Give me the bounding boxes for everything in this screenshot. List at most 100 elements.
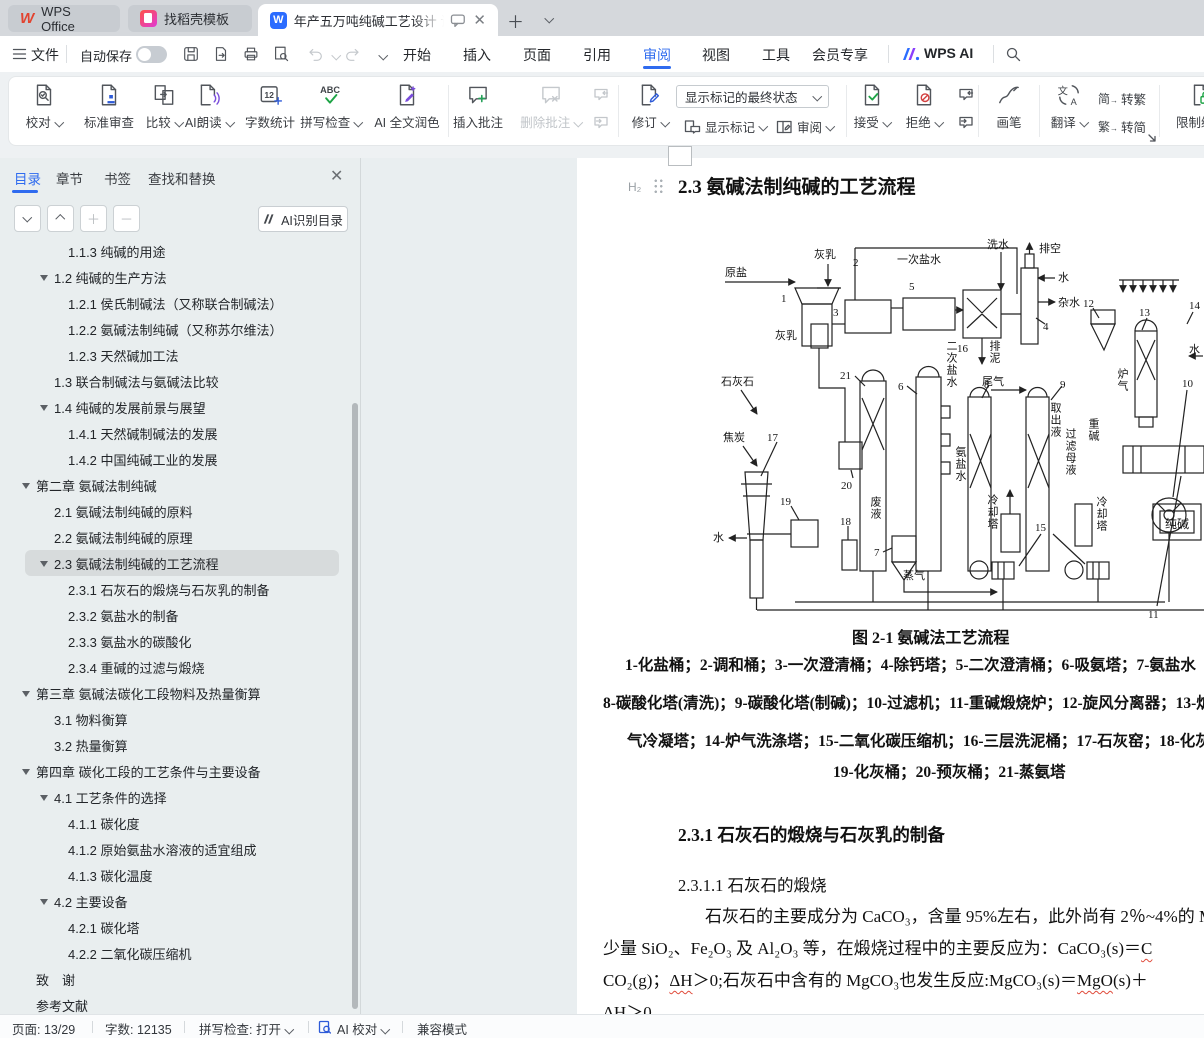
spellcheck-status[interactable]: 拼写检查: 打开 [199, 1019, 292, 1038]
diagram-number: 11 [1148, 609, 1159, 621]
ai-polish-button[interactable]: AI 全文润色 [357, 82, 457, 131]
undo-icon[interactable] [306, 45, 324, 63]
print-preview-icon[interactable] [272, 45, 290, 63]
sidebar-tab-chapters[interactable]: 章节 [56, 168, 83, 188]
toc-expand-icon[interactable] [40, 275, 48, 285]
tab-wps-office[interactable]: W WPS Office [8, 5, 120, 32]
document-page[interactable]: H₂ 2.3 氨碱法制纯碱的工艺流程 [577, 158, 1204, 1014]
sidebar-tab-contents[interactable]: 目录 [14, 168, 41, 188]
sidebar-tab-find-replace[interactable]: 查找和替换 [148, 168, 216, 188]
page-margin-mark [668, 146, 692, 166]
menu-item-review[interactable]: 审阅 [643, 45, 671, 65]
zoom-in-toc-button[interactable]: ＋ [80, 205, 107, 232]
toc-expand-icon[interactable] [40, 795, 48, 805]
menu-item-insert[interactable]: 插入 [463, 45, 491, 65]
toc-expand-icon[interactable] [22, 769, 30, 779]
toc-item[interactable]: 第二章 氨碱法制纯碱 [0, 472, 349, 498]
sidebar-scrollbar[interactable] [352, 403, 358, 1009]
redo-icon[interactable] [344, 45, 362, 63]
wps-ai-label[interactable]: WPS AI [924, 45, 973, 61]
review-pane-button[interactable]: 审阅 [776, 117, 834, 136]
toc-item[interactable]: 1.1.3 纯碱的用途 [0, 238, 349, 264]
toc-expand-icon[interactable] [40, 561, 48, 571]
menu-item-reference[interactable]: 引用 [583, 45, 611, 65]
toc-item[interactable]: 参考文献 [0, 992, 349, 1014]
ai-recognize-toc-button[interactable]: AI识别目录 [258, 206, 348, 232]
tab-docer-templates[interactable]: 找稻壳模板 [128, 5, 252, 32]
toc-item[interactable]: 2.3.4 重碱的过滤与煅烧 [0, 654, 349, 680]
traditional-to-simplified-button[interactable]: 繁→转简 [1098, 117, 1146, 136]
restrict-editing-button[interactable]: 限制编辑 [1161, 82, 1204, 131]
search-icon[interactable] [1005, 46, 1021, 62]
menu-item-tools[interactable]: 工具 [762, 45, 790, 65]
toc-item[interactable]: 4.2 主要设备 [0, 888, 349, 914]
toc-item[interactable]: 致 谢 [0, 966, 349, 992]
menu-item-page[interactable]: 页面 [523, 45, 551, 65]
toc-item[interactable]: 第三章 氨碱法碳化工段物料及热量衡算 [0, 680, 349, 706]
close-tab-icon[interactable]: ✕ [473, 11, 486, 29]
toc-item[interactable]: 2.3 氨碱法制纯碱的工艺流程 [25, 550, 339, 576]
toc-item[interactable]: 第四章 碳化工段的工艺条件与主要设备 [0, 758, 349, 784]
sidebar-close-icon[interactable]: ✕ [330, 166, 343, 186]
tab-list-chevron-icon[interactable] [545, 14, 554, 23]
toc-expand-icon[interactable] [22, 483, 30, 493]
translate-button[interactable]: 文A 翻译 [1037, 82, 1101, 131]
diagram-number: 5 [909, 281, 915, 293]
zoom-out-toc-button[interactable]: － [113, 205, 140, 232]
toc-item[interactable]: 1.2 纯碱的生产方法 [0, 264, 349, 290]
toc-item[interactable]: 3.1 物料衡算 [0, 706, 349, 732]
toc-item[interactable]: 4.2.1 碳化塔 [0, 914, 349, 940]
insert-comment-button[interactable]: 插入批注 [446, 82, 510, 131]
menu-item-view[interactable]: 视图 [702, 45, 730, 65]
save-icon[interactable] [182, 45, 200, 63]
menu-file[interactable]: 文件 [31, 45, 59, 65]
toc-item[interactable]: 4.2.2 二氧化碳压缩机 [0, 940, 349, 966]
autosave-toggle[interactable] [136, 46, 167, 63]
toc-item[interactable]: 1.4 纯碱的发展前景与展望 [0, 394, 349, 420]
toc-expand-icon[interactable] [22, 691, 30, 701]
new-tab-icon[interactable]: ＋ [507, 8, 524, 33]
track-changes-button[interactable]: 修订 [620, 82, 680, 131]
tab-document[interactable]: W 年产五万吨纯碱工艺设计 计算 ✕ [258, 4, 498, 36]
toc-item[interactable]: 1.4.2 中国纯碱工业的发展 [0, 446, 349, 472]
export-icon[interactable] [212, 45, 230, 63]
drag-handle-icon[interactable] [653, 178, 664, 194]
toc-item[interactable]: 2.3.1 石灰石的煅烧与石灰乳的制备 [0, 576, 349, 602]
toc-item[interactable]: 4.1.1 碳化度 [0, 810, 349, 836]
toc-item[interactable]: 1.2.2 氨碱法制纯碱（又称苏尔维法） [0, 316, 349, 342]
toc-expand-icon[interactable] [40, 899, 48, 909]
word-count-icon: 12 [257, 82, 283, 108]
toc-item[interactable]: 4.1 工艺条件的选择 [0, 784, 349, 810]
toc-item[interactable]: 1.2.3 天然碱加工法 [0, 342, 349, 368]
toc-item[interactable]: 2.1 氨碱法制纯碱的原料 [0, 498, 349, 524]
reject-button[interactable]: 拒绝 [892, 82, 956, 131]
toc-expand-icon[interactable] [40, 405, 48, 415]
simplified-to-traditional-button[interactable]: 简→转繁 [1098, 89, 1146, 108]
toc-item[interactable]: 4.1.2 原始氨盐水溶液的适宜组成 [0, 836, 349, 862]
undo-chevron-icon[interactable] [332, 51, 341, 60]
tab-document-title: 年产五万吨纯碱工艺设计 计算 [294, 11, 444, 30]
hamburger-icon[interactable] [12, 47, 27, 61]
toc-item[interactable]: 2.2 氨碱法制纯碱的原理 [0, 524, 349, 550]
collapse-all-button[interactable] [14, 205, 41, 232]
menu-item-member[interactable]: 会员专享 [812, 45, 868, 65]
menu-item-home[interactable]: 开始 [403, 45, 431, 65]
toc-item[interactable]: 1.2.1 侯氏制碱法（又称联合制碱法） [0, 290, 349, 316]
heading-level-badge: H₂ [628, 180, 641, 194]
toc-item[interactable]: 3.2 热量衡算 [0, 732, 349, 758]
markup-state-select[interactable]: 显示标记的最终状态 [676, 85, 829, 108]
expand-group-icon[interactable] [1147, 133, 1157, 143]
toc-item[interactable]: 1.4.1 天然碱制碱法的发展 [0, 420, 349, 446]
toc-item[interactable]: 4.1.3 碳化温度 [0, 862, 349, 888]
sidebar-tab-bookmarks[interactable]: 书签 [104, 168, 131, 188]
expand-all-button[interactable] [47, 205, 74, 232]
show-markup-button[interactable]: 显示标记 [684, 117, 767, 136]
print-icon[interactable] [242, 45, 260, 63]
ai-proofread-status[interactable]: AI 校对 [337, 1019, 389, 1038]
quick-access-chevron-icon[interactable] [379, 51, 388, 60]
toc-item[interactable]: 2.3.3 氨盐水的碳酸化 [0, 628, 349, 654]
toc-item[interactable]: 1.3 联合制碱法与氨碱法比较 [0, 368, 349, 394]
diagram-label: 水 [1189, 343, 1200, 356]
comment-bubble-icon[interactable] [450, 13, 466, 27]
toc-item[interactable]: 2.3.2 氨盐水的制备 [0, 602, 349, 628]
